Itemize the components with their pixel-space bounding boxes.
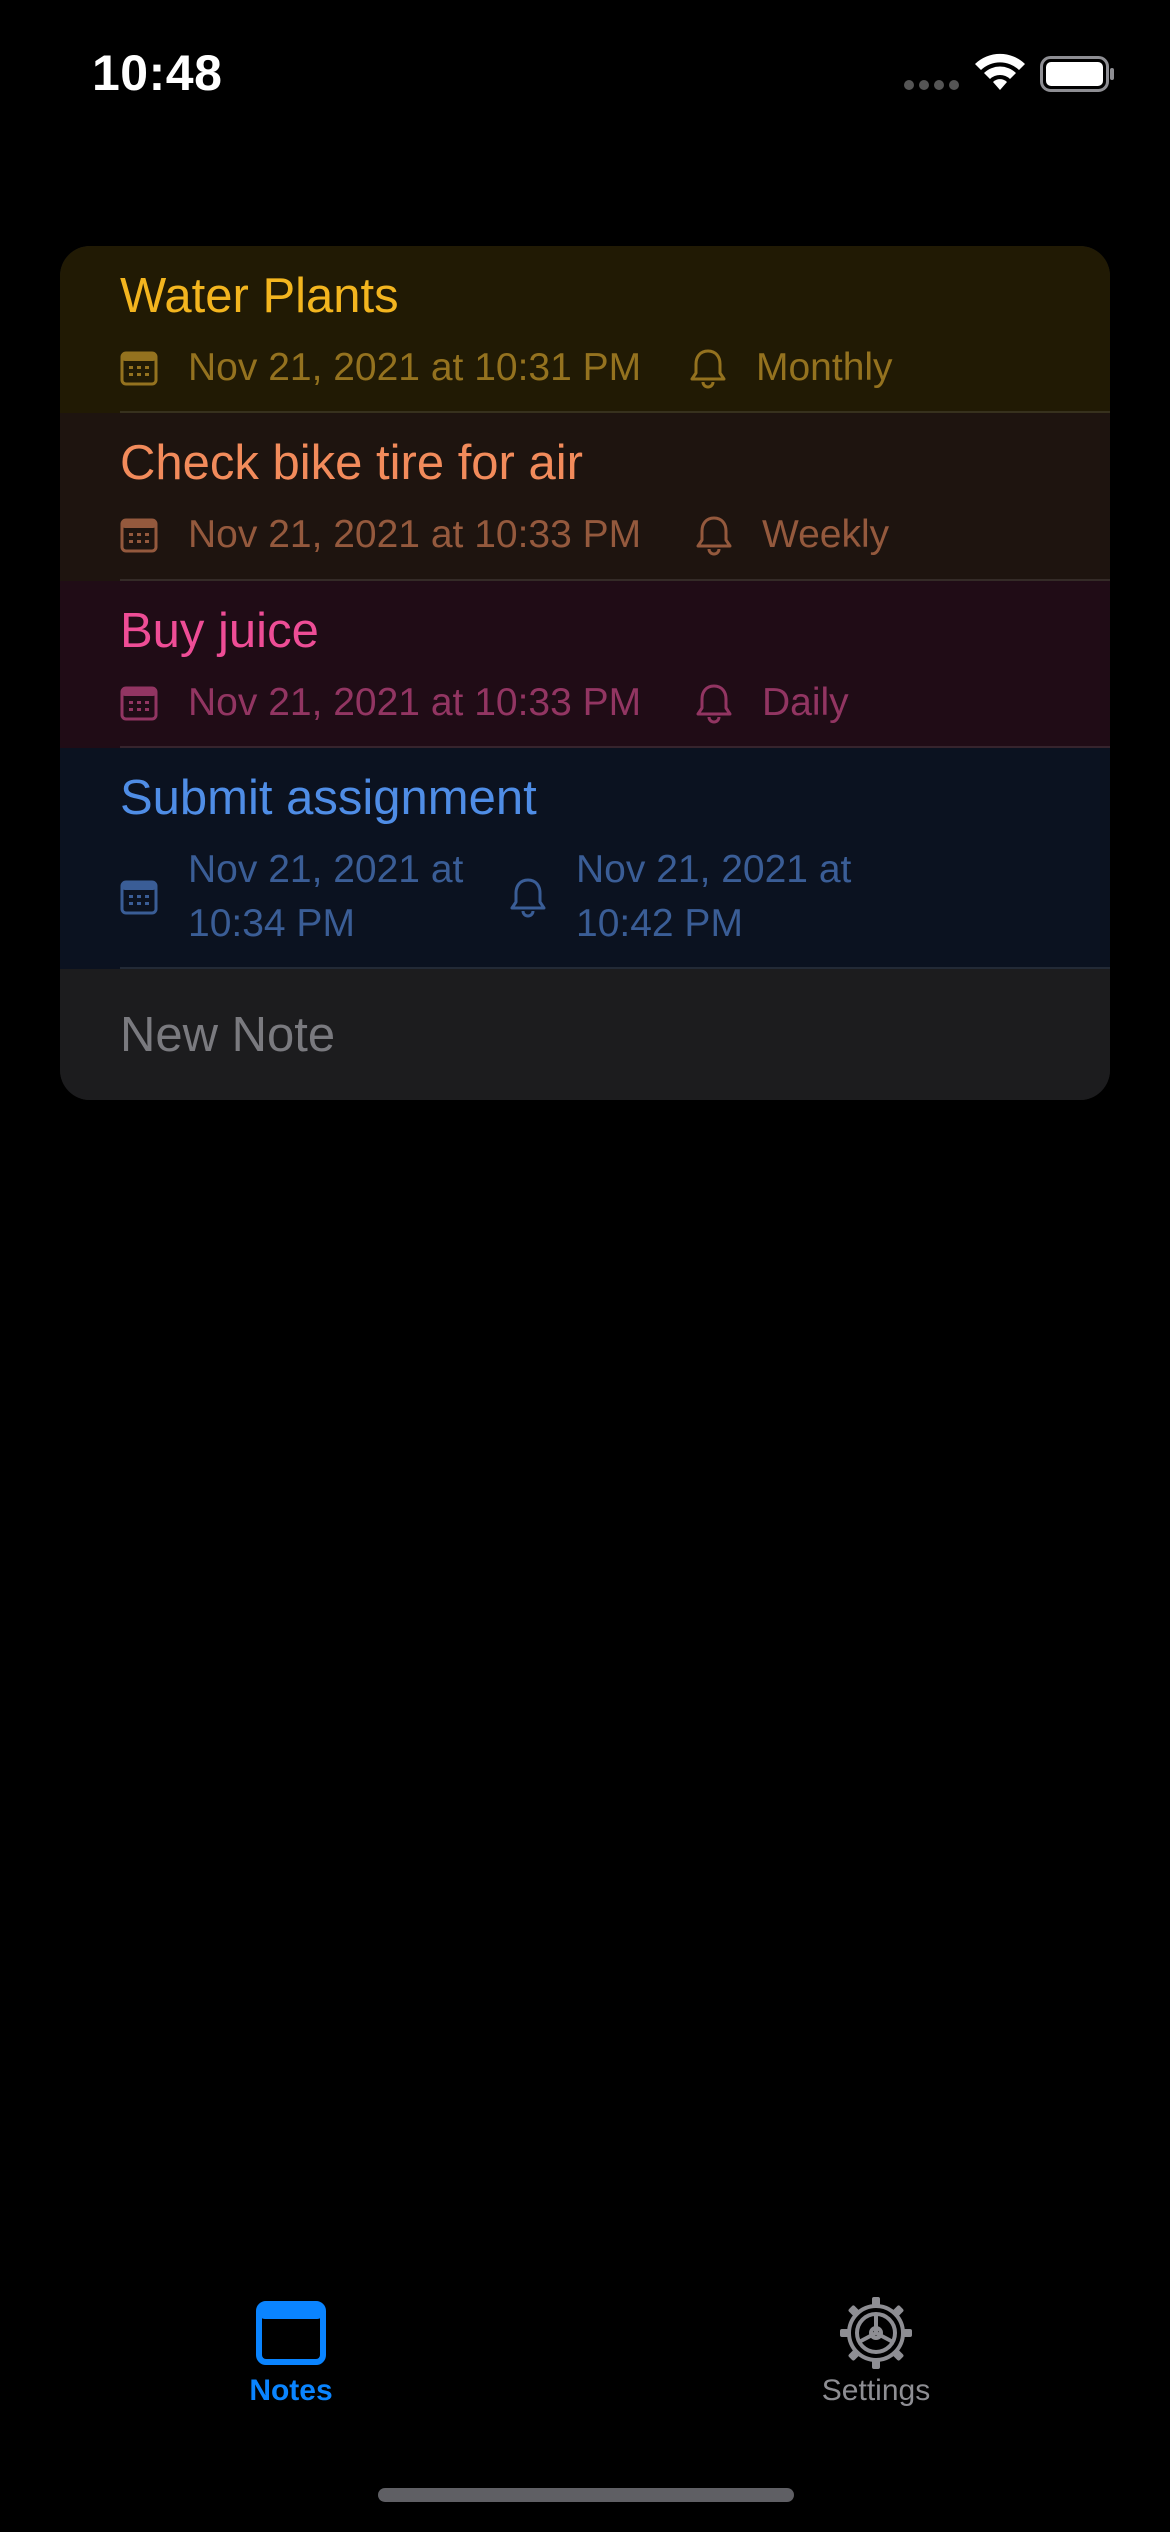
- wifi-icon: [975, 53, 1025, 90]
- note-reminder: Monthly: [688, 343, 893, 393]
- note-date-text: Nov 21, 2021 at 10:33 PM: [188, 513, 642, 556]
- cellular-signal-icon: [904, 80, 960, 92]
- new-note-input[interactable]: New Note: [120, 1007, 335, 1063]
- note-date-text: Nov 21, 2021 at 10:31 PM: [188, 346, 642, 389]
- calendar-icon: [120, 880, 158, 915]
- status-bar: 10:48: [0, 0, 1170, 150]
- note-meta: Nov 21, 2021 at 10:33 PM Daily: [120, 678, 1080, 728]
- note-reminder-text: Monthly: [756, 346, 893, 389]
- note-row-check-bike-tire[interactable]: Check bike tire for air Nov 21, 2021 at …: [60, 413, 1110, 581]
- note-date: Nov 21, 2021 at 10:34 PM: [120, 842, 480, 952]
- note-title: Water Plants: [120, 269, 399, 323]
- note-date: Nov 21, 2021 at 10:31 PM: [120, 343, 641, 393]
- note-reminder: Nov 21, 2021 at 10:42 PM: [508, 842, 908, 952]
- bell-icon: [696, 684, 732, 724]
- note-date-text: Nov 21, 2021 at 10:33 PM: [188, 681, 642, 724]
- note-row-buy-juice[interactable]: Buy juice Nov 21, 2021 at 10:33 PM Daily: [60, 581, 1110, 748]
- note-title: Check bike tire for air: [120, 436, 583, 490]
- note-reminder-text: Nov 21, 2021 at 10:42 PM: [576, 848, 852, 945]
- note-reminder-text: Weekly: [762, 513, 890, 556]
- tab-notes-label: Notes: [249, 2374, 333, 2407]
- note-reminder-text: Daily: [762, 681, 849, 724]
- note-date-text: Nov 21, 2021 at 10:34 PM: [188, 848, 464, 945]
- note-meta: Nov 21, 2021 at 10:33 PM Weekly: [120, 510, 1080, 560]
- new-note-row[interactable]: New Note: [60, 969, 1110, 1100]
- battery-icon: [1040, 56, 1114, 92]
- note-meta: Nov 21, 2021 at 10:31 PM Monthly: [120, 343, 1080, 393]
- calendar-icon: [120, 686, 158, 721]
- note-row-submit-assignment[interactable]: Submit assignment Nov 21, 2021 at 10:34 …: [60, 748, 1110, 969]
- note-row-water-plants[interactable]: Water Plants Nov 21, 2021 at 10:31 PM Mo…: [60, 246, 1110, 413]
- note-title: Buy juice: [120, 604, 319, 658]
- tab-notes[interactable]: Notes: [171, 2300, 411, 2440]
- home-indicator[interactable]: [378, 2488, 794, 2502]
- notes-list: Water Plants Nov 21, 2021 at 10:31 PM Mo…: [60, 246, 1110, 1100]
- note-date: Nov 21, 2021 at 10:33 PM: [120, 678, 641, 728]
- note-date: Nov 21, 2021 at 10:33 PM: [120, 510, 641, 560]
- gear-icon: [840, 2297, 912, 2369]
- calendar-icon: [120, 518, 158, 553]
- note-reminder: Daily: [694, 678, 849, 728]
- calendar-icon: [120, 351, 158, 386]
- notes-screen: 10:48 Water Plants Nov 21, 2021 at 10:31…: [0, 0, 1170, 2532]
- note-meta: Nov 21, 2021 at 10:34 PM Nov 21, 2021 at…: [120, 842, 1080, 952]
- tab-settings[interactable]: Settings: [756, 2297, 996, 2440]
- note-title: Submit assignment: [120, 771, 537, 825]
- tab-settings-label: Settings: [821, 2374, 931, 2407]
- note-reminder: Weekly: [694, 510, 889, 560]
- status-time: 10:48: [92, 45, 223, 101]
- bell-icon: [690, 349, 726, 389]
- notes-window-icon: [256, 2301, 326, 2365]
- bell-icon: [510, 878, 546, 918]
- bell-icon: [696, 516, 732, 556]
